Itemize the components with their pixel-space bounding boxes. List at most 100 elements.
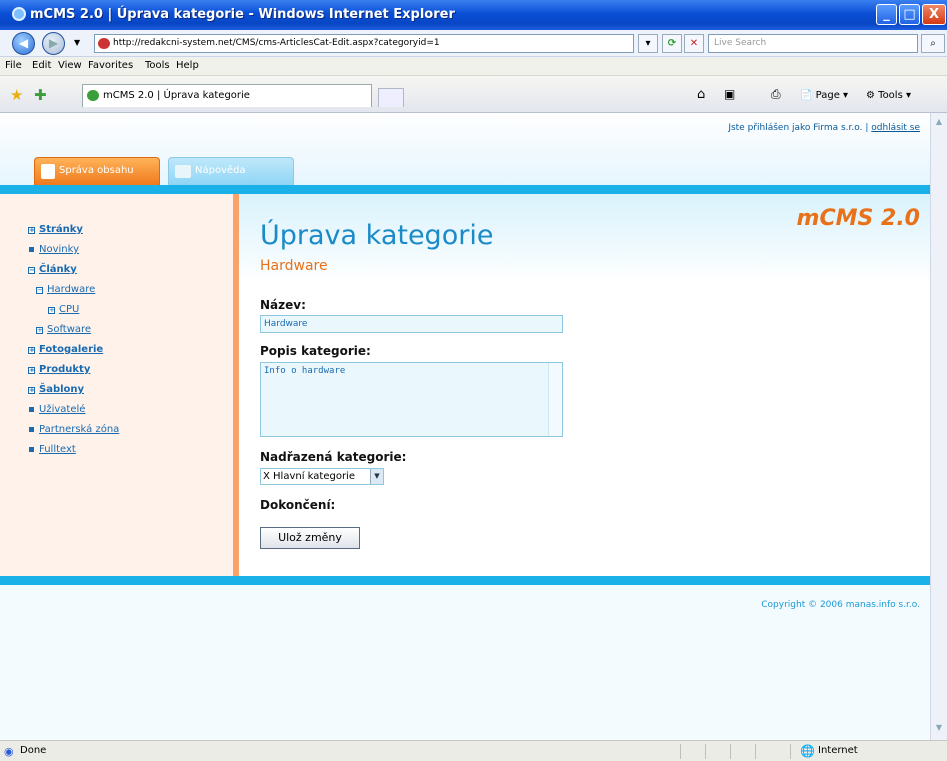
tab-favicon-icon <box>87 90 99 101</box>
back-button[interactable]: ◀ <box>12 32 35 55</box>
status-divider <box>730 744 731 759</box>
document-icon <box>41 164 55 179</box>
expand-icon: + <box>28 346 35 354</box>
help-tag-icon <box>175 165 191 178</box>
menu-tools[interactable]: Tools <box>145 60 170 71</box>
close-button[interactable]: X <box>922 4 946 25</box>
site-footer: Copyright © 2006 manas.info s.r.o. <box>0 585 930 740</box>
minimize-button[interactable]: _ <box>876 4 897 25</box>
sidebar-item-partnerska-zona[interactable]: Partnerská zóna <box>28 424 119 435</box>
zone-text: Internet <box>818 745 858 756</box>
scroll-down-icon[interactable]: ▼ <box>933 723 945 735</box>
tab-help-label: Nápověda <box>195 165 246 176</box>
mcms-logo: mCMS 2.0 <box>796 206 920 231</box>
refresh-icon[interactable]: ⟳ <box>662 34 682 53</box>
save-button[interactable]: Ulož změny <box>260 527 360 549</box>
expand-icon: + <box>36 326 43 334</box>
feeds-icon[interactable]: ▣ <box>724 87 735 101</box>
user-info: Jste přihlášen jako Firma s.r.o. | odhlá… <box>728 123 920 133</box>
sidebar-item-sablony[interactable]: + Šablony <box>28 384 84 395</box>
tools-menu[interactable]: ⚙ Tools ▾ <box>866 90 911 101</box>
add-favorite-icon[interactable]: ✚ <box>34 86 47 104</box>
history-dropdown-icon[interactable]: ▼ <box>74 38 80 47</box>
sidebar-item-label: Šablony <box>39 384 85 395</box>
expand-icon: + <box>28 386 35 394</box>
expand-icon: + <box>48 306 55 314</box>
window-title-bar[interactable]: mCMS 2.0 | Úprava kategorie - Windows In… <box>0 0 947 30</box>
search-icon[interactable]: ⌕ <box>921 34 945 53</box>
menu-edit[interactable]: Edit <box>32 60 51 71</box>
copyright-text: Copyright © 2006 manas.info s.r.o. <box>761 600 920 610</box>
menu-view[interactable]: View <box>58 60 82 71</box>
bullet-icon <box>29 447 34 452</box>
status-divider <box>705 744 706 759</box>
print-icon[interactable]: ⎙ <box>771 87 781 102</box>
sidebar-item-hardware[interactable]: − Hardware <box>36 284 95 295</box>
vertical-scrollbar[interactable]: ▲ ▼ <box>930 113 947 740</box>
tab-content-management[interactable]: Správa obsahu <box>34 157 160 185</box>
chevron-down-icon: ▼ <box>370 469 383 484</box>
sidebar-item-cpu[interactable]: + CPU <box>48 304 79 315</box>
sidebar-item-label: Produkty <box>39 364 91 375</box>
sidebar: + Stránky Novinky − Články − Hardware + CPU … <box>0 194 233 576</box>
address-input[interactable]: http://redakcni-system.net/CMS/cms-Artic… <box>94 34 634 53</box>
favorites-tab-bar: ★ ✚ mCMS 2.0 | Úprava kategorie ⌂ ▣ ⎙ 📄 … <box>0 76 947 113</box>
description-text: Info o hardware <box>264 366 346 376</box>
sidebar-item-software[interactable]: + Software <box>36 324 91 335</box>
expand-icon: + <box>28 226 35 234</box>
scroll-up-icon[interactable]: ▲ <box>933 117 945 129</box>
browser-tab-label: mCMS 2.0 | Úprava kategorie <box>103 90 250 101</box>
address-url: http://redakcni-system.net/CMS/cms-Artic… <box>113 38 440 48</box>
sidebar-item-stranky[interactable]: + Stránky <box>28 224 83 235</box>
page-viewport: Jste přihlášen jako Firma s.r.o. | odhlá… <box>0 113 930 740</box>
menu-file[interactable]: File <box>5 60 22 71</box>
status-divider <box>790 744 791 759</box>
footer-divider <box>0 576 930 585</box>
name-input[interactable]: Hardware <box>260 315 563 333</box>
sidebar-item-label: Fulltext <box>39 444 76 455</box>
bullet-icon <box>29 247 34 252</box>
site-header: Jste přihlášen jako Firma s.r.o. | odhlá… <box>0 113 930 186</box>
address-dropdown-button[interactable]: ▾ <box>638 34 658 53</box>
home-icon[interactable]: ⌂ <box>697 87 705 102</box>
sidebar-item-clanky[interactable]: − Články <box>28 264 77 275</box>
collapse-icon: − <box>28 266 35 274</box>
maximize-button[interactable]: □ <box>899 4 920 25</box>
parent-category-select[interactable]: X Hlavní kategorie ▼ <box>260 468 384 485</box>
sidebar-item-uzivatele[interactable]: Uživatelé <box>28 404 85 415</box>
sidebar-item-label: Stránky <box>39 224 83 235</box>
description-textarea[interactable]: Info o hardware <box>260 362 563 437</box>
sidebar-item-fotogalerie[interactable]: + Fotogalerie <box>28 344 103 355</box>
sidebar-item-novinky[interactable]: Novinky <box>28 244 79 255</box>
favorites-star-icon[interactable]: ★ <box>10 86 23 104</box>
menu-help[interactable]: Help <box>176 60 199 71</box>
page-menu[interactable]: 📄 Page ▾ <box>800 90 848 101</box>
parent-category-label: Nadřazená kategorie: <box>260 450 407 464</box>
page-menu-label: Page <box>815 90 840 101</box>
collapse-icon: − <box>36 286 43 294</box>
menu-favorites[interactable]: Favorites <box>88 60 133 71</box>
logout-link[interactable]: odhlásit se <box>871 123 920 133</box>
internet-zone-icon: 🌐 <box>800 744 815 758</box>
sidebar-item-produkty[interactable]: + Produkty <box>28 364 90 375</box>
browser-tab[interactable]: mCMS 2.0 | Úprava kategorie <box>82 84 372 107</box>
sidebar-item-label: Fotogalerie <box>39 344 104 355</box>
finish-label: Dokončení: <box>260 498 336 512</box>
sidebar-item-fulltext[interactable]: Fulltext <box>28 444 76 455</box>
tab-help[interactable]: Nápověda <box>168 157 294 185</box>
status-divider <box>755 744 756 759</box>
bullet-icon <box>29 427 34 432</box>
stop-icon[interactable]: ✕ <box>684 34 704 53</box>
parent-category-value: X Hlavní kategorie <box>263 471 355 482</box>
sidebar-item-label: Hardware <box>47 284 96 295</box>
forward-button[interactable]: ▶ <box>42 32 65 55</box>
new-tab-button[interactable] <box>378 88 404 107</box>
logged-in-text: Jste přihlášen jako Firma s.r.o. | <box>728 123 869 133</box>
description-label: Popis kategorie: <box>260 344 371 358</box>
search-input[interactable]: Live Search <box>708 34 918 53</box>
page-status-icon: ◉ <box>4 745 14 758</box>
textarea-scrollbar[interactable] <box>548 363 562 436</box>
tab-content-label: Správa obsahu <box>59 165 134 176</box>
sidebar-item-label: Uživatelé <box>39 404 86 415</box>
status-bar: ◉ Done 🌐 Internet <box>0 740 947 761</box>
